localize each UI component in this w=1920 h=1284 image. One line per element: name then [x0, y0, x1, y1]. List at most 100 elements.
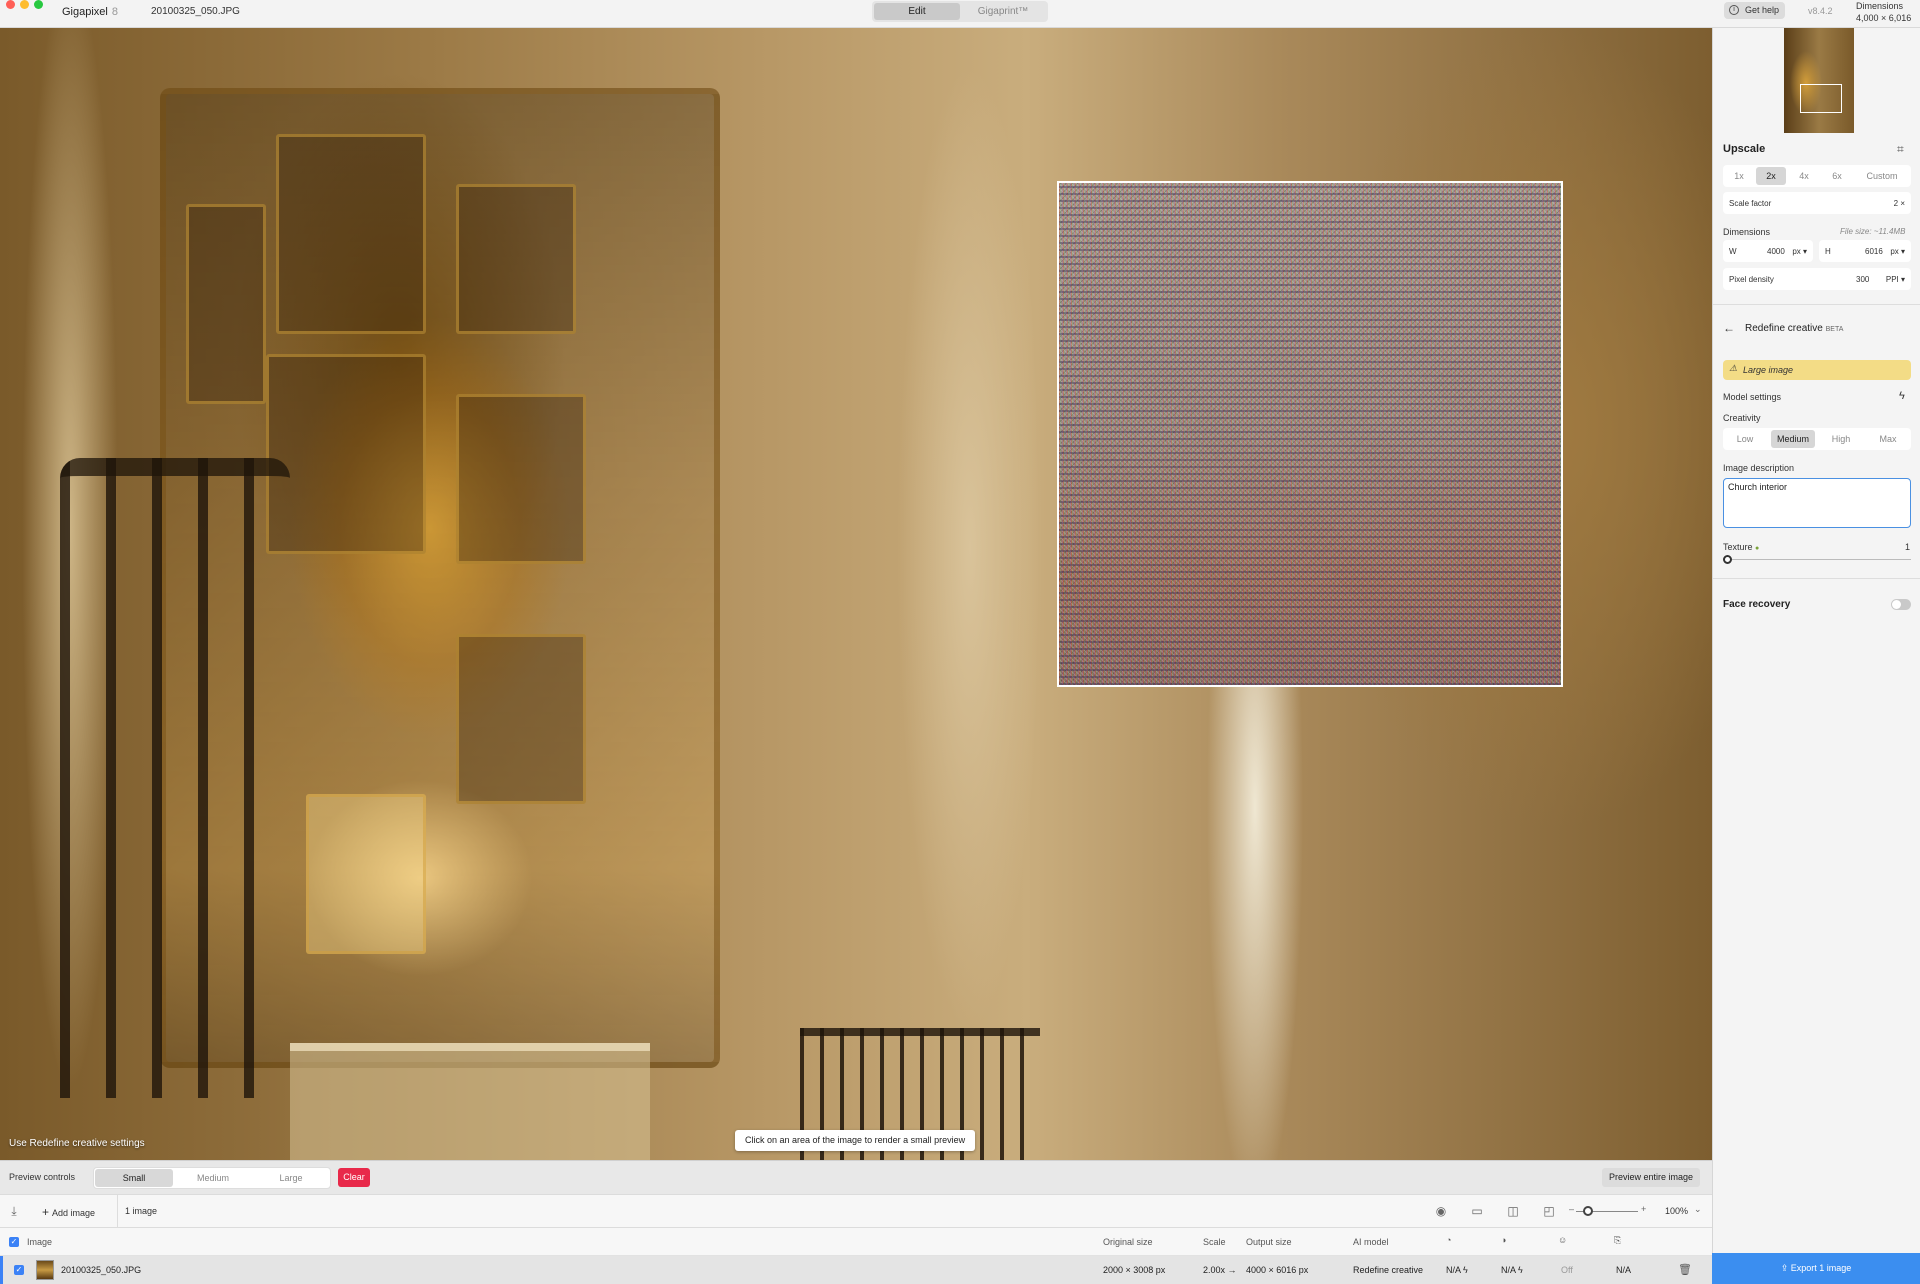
info-icon: i: [1729, 5, 1739, 15]
export-button[interactable]: ⇪ Export 1 image: [1712, 1253, 1920, 1284]
image-list-toolbar: ⤓ + Add image 1 image ◉ ▭ ◫ ◰ – + 100% ⌄: [0, 1194, 1712, 1229]
preview-hint-tooltip: Click on an area of the image to render …: [735, 1130, 976, 1151]
minimize-window-button[interactable]: [20, 0, 29, 9]
preview-controls-label: Preview controls: [9, 1172, 76, 1182]
creativity-low[interactable]: Low: [1725, 430, 1765, 448]
upscale-4x[interactable]: 4x: [1789, 167, 1819, 185]
upscale-2x[interactable]: 2x: [1756, 167, 1786, 185]
column-scale[interactable]: Scale: [1203, 1237, 1226, 1247]
texture-slider-track[interactable]: [1727, 559, 1911, 560]
row-original-size: 2000 × 3008 px: [1103, 1265, 1166, 1275]
redefine-title-text: Redefine creative: [1745, 323, 1823, 334]
creativity-high[interactable]: High: [1819, 430, 1863, 448]
scale-factor-label: Scale factor: [1729, 199, 1772, 208]
texture-slider-handle[interactable]: [1723, 555, 1732, 564]
zoom-window-button[interactable]: [34, 0, 43, 9]
upscale-factor-selector: 1x 2x 4x 6x Custom: [1723, 165, 1911, 187]
dimensions-label: Dimensions: [1723, 227, 1771, 237]
tab-gigaprint[interactable]: Gigaprint™: [960, 3, 1046, 20]
redefine-settings-label: Use Redefine creative settings: [9, 1138, 145, 1149]
zoom-out-icon[interactable]: –: [1569, 1204, 1574, 1214]
eye-icon[interactable]: ◉: [1434, 1204, 1448, 1218]
pixel-density-unit-select[interactable]: PPI ▾: [1886, 275, 1905, 284]
preview-entire-image-button[interactable]: Preview entire image: [1602, 1168, 1700, 1187]
column-output-size[interactable]: Output size: [1246, 1237, 1292, 1247]
get-help-button[interactable]: i Get help: [1724, 2, 1785, 19]
split-view-icon[interactable]: ◫: [1506, 1204, 1520, 1218]
sharpen-column-icon: ◑: [1501, 1235, 1507, 1245]
row-export: N/A: [1616, 1265, 1632, 1275]
row-checkbox[interactable]: ✓: [14, 1265, 24, 1275]
row-scale: 2.00x →: [1203, 1265, 1237, 1275]
upscale-title: Upscale: [1723, 143, 1766, 155]
creativity-max[interactable]: Max: [1867, 430, 1909, 448]
row-denoise-value: N/A: [1446, 1265, 1461, 1275]
add-image-button[interactable]: + Add image: [42, 1205, 95, 1219]
face-recovery-toggle[interactable]: [1891, 599, 1911, 610]
dimensions-title: Dimensions: [1856, 1, 1904, 11]
row-file-name: 20100325_050.JPG: [61, 1265, 142, 1275]
chevron-down-icon[interactable]: ⌄: [1694, 1204, 1702, 1215]
navigator-viewport[interactable]: [1800, 84, 1842, 113]
upscale-6x[interactable]: 6x: [1822, 167, 1852, 185]
pixel-density-field[interactable]: Pixel density 300 PPI ▾: [1723, 268, 1911, 290]
width-field[interactable]: W 4000 px ▾: [1723, 240, 1813, 262]
height-field[interactable]: H 6016 px ▾: [1819, 240, 1911, 262]
back-arrow-icon[interactable]: ←: [1723, 321, 1735, 335]
texture-value: 1: [1905, 542, 1911, 552]
bolt-icon: ϟ: [1463, 1265, 1468, 1275]
image-preview-canvas[interactable]: Use Redefine creative settings Click on …: [0, 28, 1712, 1160]
toolbar-divider: [117, 1195, 118, 1229]
clear-preview-button[interactable]: Clear: [338, 1168, 370, 1187]
get-help-label: Get help: [1745, 5, 1780, 15]
preview-size-selector: Small Medium Large: [93, 1167, 331, 1189]
column-original-size[interactable]: Original size: [1103, 1237, 1153, 1247]
app-title: Gigapixel 8: [62, 6, 118, 18]
scale-factor-value: 2 ×: [1893, 199, 1905, 208]
image-description-input[interactable]: Church interior: [1723, 478, 1911, 528]
creativity-medium[interactable]: Medium: [1771, 430, 1815, 448]
single-view-icon[interactable]: ▭: [1470, 1204, 1484, 1218]
upscale-1x[interactable]: 1x: [1725, 167, 1753, 185]
beta-badge: BETA: [1825, 326, 1844, 333]
export-column-icon: ⎘: [1614, 1235, 1622, 1245]
scale-factor-field[interactable]: Scale factor 2 ×: [1723, 192, 1911, 214]
pixel-density-value: 300: [1856, 275, 1870, 284]
navigator-thumbnail[interactable]: [1784, 28, 1854, 133]
tab-edit[interactable]: Edit: [874, 3, 960, 20]
bolt-icon: ϟ: [1518, 1265, 1523, 1275]
close-window-button[interactable]: [6, 0, 15, 9]
upscale-custom[interactable]: Custom: [1857, 167, 1907, 185]
row-output-size: 4000 × 6016 px: [1246, 1265, 1309, 1275]
column-image[interactable]: Image: [27, 1237, 52, 1247]
small-preview-region[interactable]: [1057, 181, 1563, 687]
file-list-header: ✓ Image Original size Scale Output size …: [0, 1228, 1712, 1256]
sort-down-icon[interactable]: ⤓: [7, 1204, 21, 1218]
width-unit-select[interactable]: px ▾: [1792, 247, 1807, 256]
select-all-checkbox[interactable]: ✓: [9, 1237, 19, 1247]
side-by-side-icon[interactable]: ◰: [1542, 1204, 1556, 1218]
redefine-title: Redefine creative BETA: [1745, 323, 1843, 334]
image-dimensions-header: Dimensions 4,000 × 6,016: [1856, 0, 1911, 24]
zoom-in-icon[interactable]: +: [1641, 1204, 1646, 1214]
app-name: Gigapixel: [62, 6, 108, 18]
dimensions-value: 4,000 × 6,016: [1856, 13, 1912, 23]
bolt-icon[interactable]: ϟ: [1899, 390, 1905, 402]
crop-icon[interactable]: ⌗: [1897, 142, 1904, 157]
preview-controls-bar: Preview controls Small Medium Large Clea…: [0, 1160, 1712, 1194]
zoom-level[interactable]: 100%: [1665, 1206, 1688, 1216]
column-ai-model[interactable]: AI model: [1353, 1237, 1389, 1247]
height-unit-select[interactable]: px ▾: [1890, 247, 1905, 256]
table-row[interactable]: ✓ 20100325_050.JPG 2000 × 3008 px 2.00x …: [0, 1256, 1712, 1284]
width-value: 4000: [1767, 247, 1785, 256]
photo-railing: [60, 458, 290, 1098]
face-recovery-label: Face recovery: [1723, 599, 1791, 610]
add-image-label: Add image: [52, 1208, 96, 1218]
preview-size-small[interactable]: Small: [95, 1169, 173, 1187]
preview-size-large[interactable]: Large: [252, 1169, 330, 1187]
export-icon: ⇪: [1780, 1263, 1789, 1273]
preview-size-medium[interactable]: Medium: [174, 1169, 252, 1187]
trash-icon[interactable]: 🗑: [1678, 1263, 1692, 1276]
image-thumbnail: [36, 1260, 54, 1280]
zoom-slider-handle[interactable]: [1583, 1206, 1593, 1216]
